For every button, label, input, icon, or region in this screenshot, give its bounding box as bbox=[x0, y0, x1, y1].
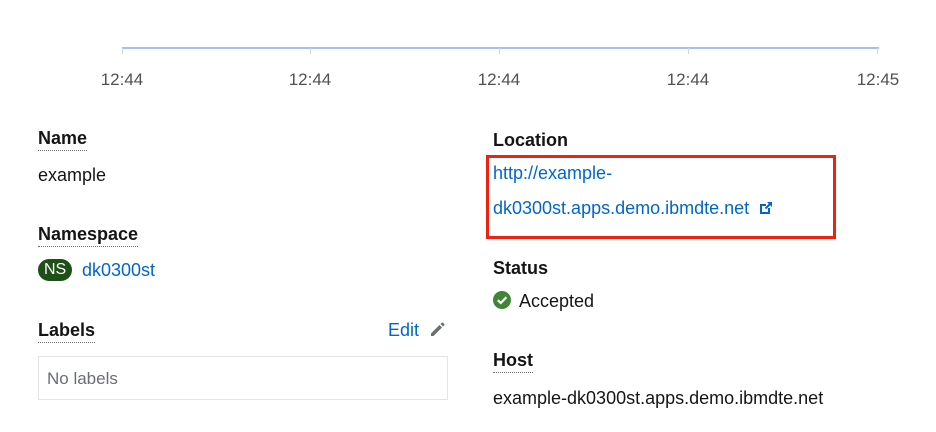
timeline-tick-label: 12:44 bbox=[666, 70, 710, 89]
location-label: Location bbox=[493, 130, 568, 150]
labels-edit-button[interactable]: Edit bbox=[388, 320, 446, 341]
status-value: Accepted bbox=[519, 291, 595, 311]
host-label: Host bbox=[493, 350, 533, 373]
check-circle-icon bbox=[493, 291, 511, 309]
timeline-tick bbox=[310, 48, 311, 54]
location-highlight-box bbox=[486, 155, 836, 239]
status-label: Status bbox=[493, 258, 549, 278]
name-label: Name bbox=[38, 128, 88, 151]
timeline-tick-label: 12:44 bbox=[100, 70, 144, 89]
timeline-tick-label: 12:44 bbox=[288, 70, 332, 89]
host-value: example-dk0300st.apps.demo.ibmdte.net bbox=[493, 388, 824, 408]
timeline-tick bbox=[688, 48, 689, 54]
name-value: example bbox=[38, 165, 107, 185]
timeline-tick bbox=[877, 48, 878, 54]
namespace-link[interactable]: dk0300st bbox=[82, 260, 155, 281]
timeline-tick bbox=[499, 48, 500, 54]
timeline-tick-label: 12:44 bbox=[477, 70, 521, 89]
labels-edit-text: Edit bbox=[388, 320, 420, 340]
timeline-tick-label: 12:45 bbox=[856, 70, 900, 89]
labels-empty-text: No labels bbox=[47, 369, 118, 388]
labels-label: Labels bbox=[38, 320, 96, 343]
labels-box: No labels bbox=[38, 356, 448, 400]
pencil-icon bbox=[431, 322, 445, 336]
timeline-tick bbox=[122, 48, 123, 54]
namespace-label: Namespace bbox=[38, 224, 139, 247]
namespace-badge: NS bbox=[38, 259, 73, 281]
timeline-axis bbox=[122, 47, 879, 49]
